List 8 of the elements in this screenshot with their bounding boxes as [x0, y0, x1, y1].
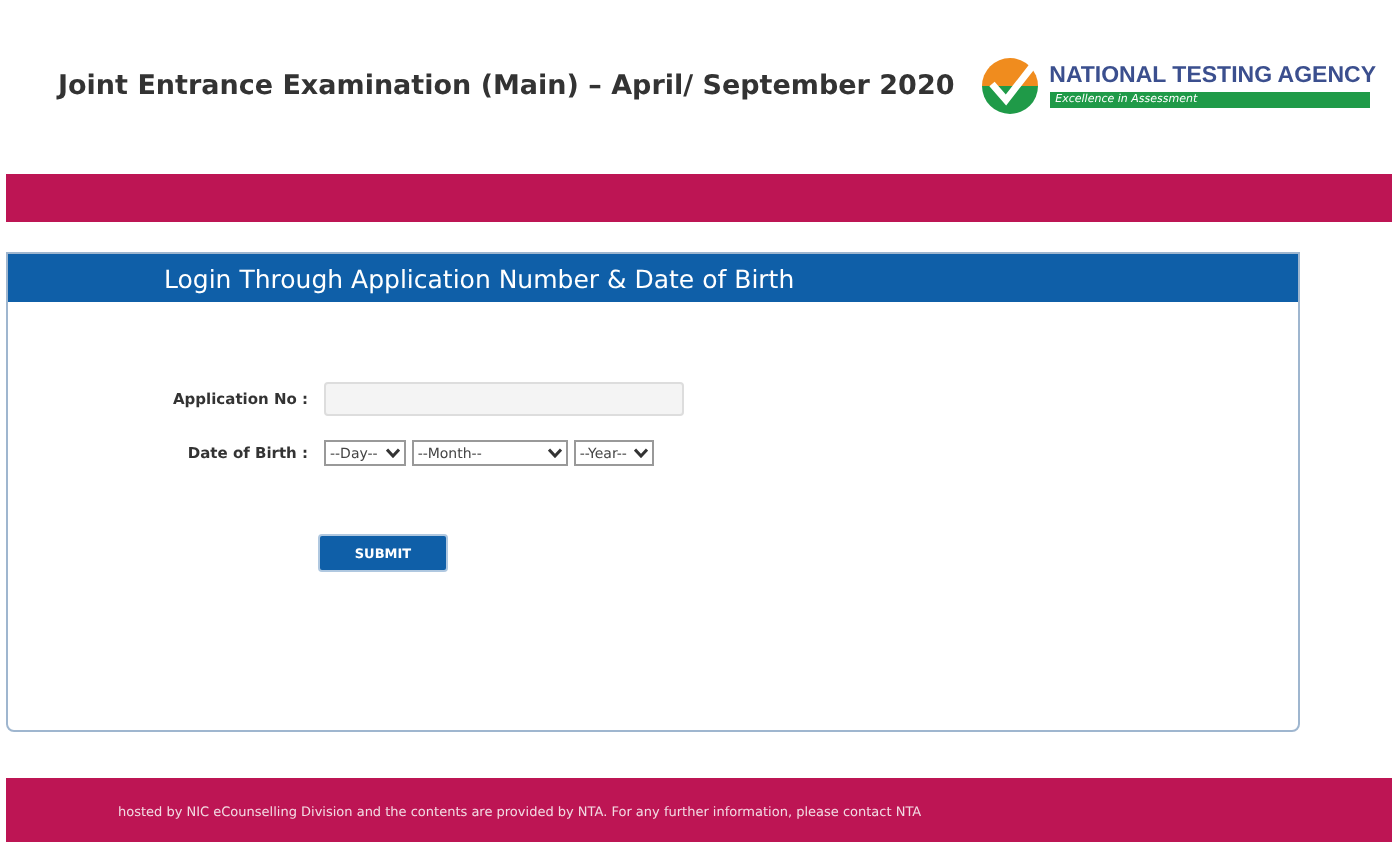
- caret-icon: [547, 448, 562, 458]
- page-title: Joint Entrance Examination (Main) – April/ September 2020: [58, 70, 955, 102]
- caret-icon: [634, 448, 649, 458]
- panel-title: Login Through Application Number & Date of Birth: [8, 254, 1298, 302]
- checkmark-logo-icon: [977, 54, 1042, 118]
- input-field[interactable]: [324, 382, 684, 416]
- caret-icon: [385, 448, 400, 458]
- agency-name: NATIONAL TESTING AGENCY: [1049, 64, 1376, 88]
